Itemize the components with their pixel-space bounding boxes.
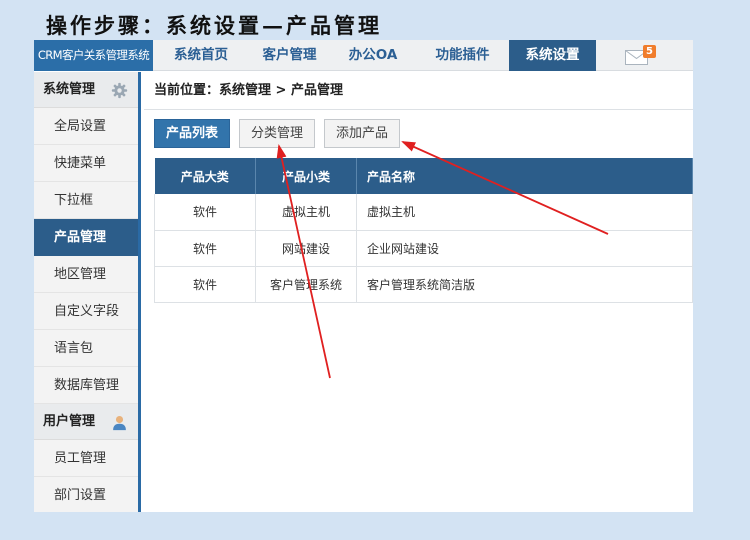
main-nav: 系统首页 客户管理 办公OA 功能插件 系统设置 [153, 40, 596, 71]
table-cell: 网站建设 [255, 230, 357, 267]
app-brand: CRM客户关系管理系统 [34, 40, 153, 71]
table-cell: 软件 [154, 266, 256, 303]
sidebar: 系统管理 全局设置 快捷菜单 下拉框 产品管理 地区管理 自定义字段 语言包 数… [34, 72, 141, 512]
column-header-category[interactable]: 产品大类 [154, 158, 256, 194]
table-row[interactable]: 软件 客户管理系统 客户管理系统简洁版 [154, 266, 693, 303]
mail-unread-badge: 5 [643, 45, 656, 58]
category-management-button[interactable]: 分类管理 [239, 119, 316, 148]
action-button-row: 产品列表 分类管理 添加产品 [154, 119, 401, 148]
product-list-button[interactable]: 产品列表 [154, 119, 231, 148]
nav-tab-customers[interactable]: 客户管理 [249, 40, 330, 71]
table-cell: 客户管理系统 [255, 266, 357, 303]
sidebar-item-staff-management[interactable]: 员工管理 [34, 440, 138, 477]
breadcrumb: 当前位置：系统管理 > 产品管理 [144, 72, 693, 110]
tutorial-caption: 操作步骤：系统设置—产品管理 [46, 13, 382, 38]
product-table: 产品大类 产品小类 产品名称 软件 虚拟主机 虚拟主机 软件 网站建设 企业网站… [154, 158, 693, 303]
sidebar-item-department-settings[interactable]: 部门设置 [34, 477, 138, 512]
main-content: 当前位置：系统管理 > 产品管理 产品列表 分类管理 添加产品 产品大类 产品小… [144, 72, 693, 512]
nav-tab-system-settings[interactable]: 系统设置 [509, 40, 596, 71]
mail-notification[interactable]: 5 [625, 45, 659, 67]
sidebar-group-title: 系统管理 [43, 82, 96, 97]
table-header-row: 产品大类 产品小类 产品名称 [154, 158, 693, 194]
sidebar-item-dropdowns[interactable]: 下拉框 [34, 182, 138, 219]
table-row[interactable]: 软件 虚拟主机 虚拟主机 [154, 194, 693, 231]
add-product-button[interactable]: 添加产品 [324, 119, 401, 148]
crm-app-window: CRM客户关系管理系统 系统首页 客户管理 办公OA 功能插件 系统设置 5 系… [34, 40, 693, 512]
sidebar-item-database-management[interactable]: 数据库管理 [34, 367, 138, 404]
column-header-product-name[interactable]: 产品名称 [356, 158, 693, 194]
table-cell: 虚拟主机 [255, 194, 357, 231]
sidebar-item-shortcut-menu[interactable]: 快捷菜单 [34, 145, 138, 182]
sidebar-item-global-settings[interactable]: 全局设置 [34, 108, 138, 145]
table-cell: 客户管理系统简洁版 [356, 266, 693, 303]
sidebar-item-custom-fields[interactable]: 自定义字段 [34, 293, 138, 330]
sidebar-group-system: 系统管理 [34, 72, 138, 108]
nav-tab-plugins[interactable]: 功能插件 [416, 40, 509, 71]
sidebar-group-title: 用户管理 [43, 414, 96, 429]
table-cell: 软件 [154, 194, 256, 231]
table-row[interactable]: 软件 网站建设 企业网站建设 [154, 230, 693, 267]
gear-icon [111, 82, 128, 99]
sidebar-item-language-pack[interactable]: 语言包 [34, 330, 138, 367]
table-cell: 企业网站建设 [356, 230, 693, 267]
sidebar-group-users: 用户管理 [34, 404, 138, 440]
column-header-subcategory[interactable]: 产品小类 [255, 158, 357, 194]
table-cell: 虚拟主机 [356, 194, 693, 231]
top-navigation-bar: CRM客户关系管理系统 系统首页 客户管理 办公OA 功能插件 系统设置 5 [34, 40, 693, 71]
nav-tab-office-oa[interactable]: 办公OA [330, 40, 416, 71]
table-cell: 软件 [154, 230, 256, 267]
nav-tab-home[interactable]: 系统首页 [153, 40, 249, 71]
sidebar-item-product-management[interactable]: 产品管理 [34, 219, 138, 256]
user-icon [113, 415, 126, 431]
sidebar-item-region-management[interactable]: 地区管理 [34, 256, 138, 293]
